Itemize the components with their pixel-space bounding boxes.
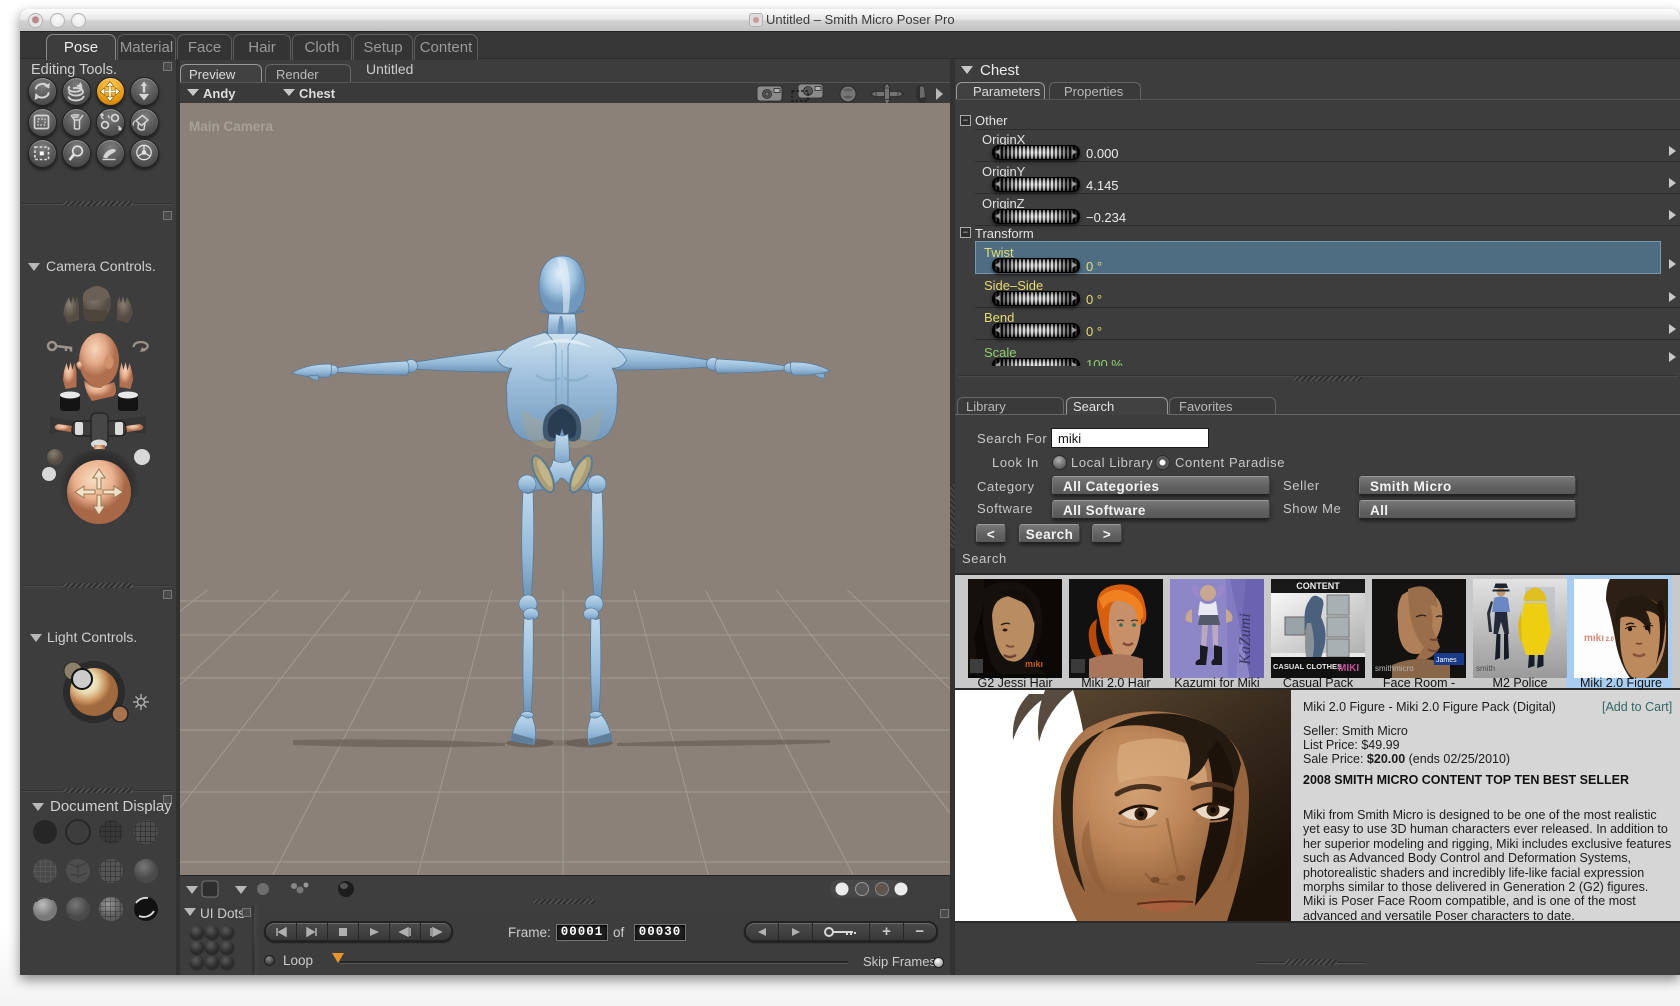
svg-text:smith: smith [1476,664,1495,673]
svg-text:MIKI: MIKI [1338,663,1359,674]
svg-text:smithmicro: smithmicro [1375,664,1414,673]
svg-text:CONTENT: CONTENT [1296,581,1340,591]
svg-text:Main Camera: Main Camera [189,119,274,134]
svg-text:James: James [1436,657,1457,664]
svg-text:mıkı: mıkı [1025,659,1043,669]
svg-text:KaZumi: KaZumi [1237,613,1254,666]
svg-text:CASUAL CLOTHES: CASUAL CLOTHES [1273,662,1342,671]
